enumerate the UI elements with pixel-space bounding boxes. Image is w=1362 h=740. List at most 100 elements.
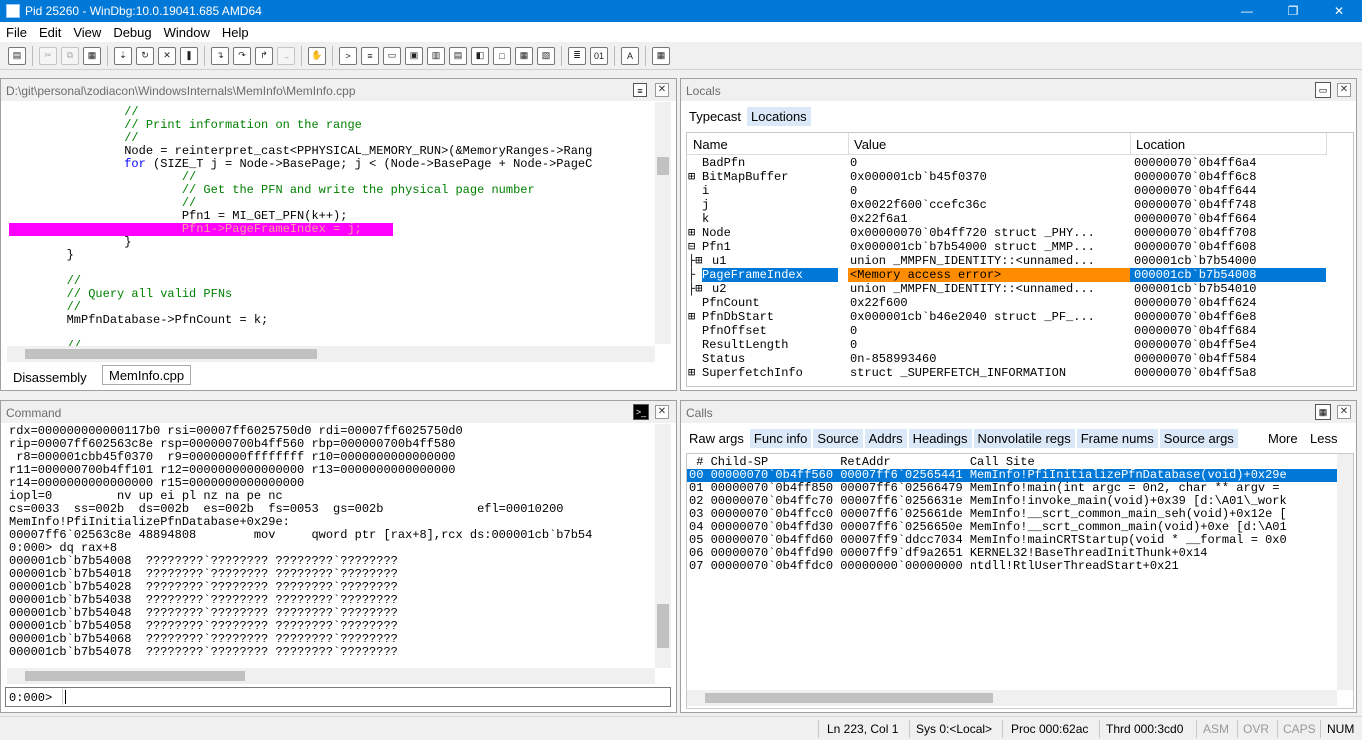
menu-file[interactable]: File [0,25,33,40]
locals-row[interactable]: ⊞ Node 0x00000070`0b4ff720 struct _PHY... 0… [687,226,1327,240]
break-icon[interactable]: ❚ [180,46,198,65]
expand-icon[interactable]: ⊞ [688,310,695,324]
calls-tab-frame-nums[interactable]: Frame nums [1076,429,1158,448]
local-value[interactable]: struct _SUPERFETCH_INFORMATION [848,366,1130,380]
tab-meminfo-cpp[interactable]: MemInfo.cpp [102,365,192,385]
disassembly-window-icon[interactable]: ◧ [471,46,489,65]
local-value[interactable]: 0x22f6a1 [848,212,1130,226]
calls-tab-addrs[interactable]: Addrs [864,429,907,448]
calls-tab-func-info[interactable]: Func info [749,429,812,448]
memory-window-icon[interactable]: ▥ [427,46,445,65]
copy-icon[interactable]: ⧉ [61,46,79,65]
maximize-button[interactable]: ❐ [1270,0,1316,22]
locals-row[interactable]: ⊟ Pfn1 0x000001cb`b7b54000 struct _MMP... 0… [687,240,1327,254]
hand-icon[interactable]: ✋ [308,46,326,65]
locals-window-icon[interactable]: ▭ [1315,82,1331,98]
calls-tab-raw-args[interactable]: Raw args [685,429,748,448]
menu-help[interactable]: Help [216,25,255,40]
expand-icon[interactable]: ⊞ [688,366,695,380]
locals-row[interactable]: ⊞ PfnDbStart 0x000001cb`b46e2040 struct _P… [687,310,1327,324]
calls-less-button[interactable]: Less [1310,431,1337,446]
calls-hscroll[interactable] [687,690,1337,706]
local-value[interactable]: 0 [848,184,1130,198]
calls-window-icon[interactable]: ▦ [1315,404,1331,420]
local-value[interactable]: 0 [848,324,1130,338]
source-code[interactable]: // // Print information on the range // … [9,106,655,346]
locals-row[interactable]: ├⊞ u2 union _MMPFN_IDENTITY::<unnamed... 00… [687,282,1327,296]
options-window-icon[interactable]: ▧ [537,46,555,65]
command-output[interactable]: rdx=000000000000117b0 rsi=00007ff6025750… [9,425,655,665]
locals-row[interactable]: PfnOffset 0 00000070`0b4ff684 [687,324,1327,338]
calls-vscroll[interactable] [1337,454,1353,690]
locals-close-icon[interactable]: ✕ [1337,83,1351,97]
stop-icon[interactable]: ✕ [158,46,176,65]
local-value[interactable]: 0x000001cb`b7b54000 struct _MMP... [848,240,1130,254]
processes-threads-icon[interactable]: ▦ [515,46,533,65]
local-value[interactable]: 0x00000070`0b4ff720 struct _PHY... [848,226,1130,240]
locals-row[interactable]: ├⊞ u1 union _MMPFN_IDENTITY::<unnamed... 00… [687,254,1327,268]
document-icon[interactable]: ≡ [633,83,647,97]
command-input-box[interactable]: 0:000> [5,687,671,707]
local-value[interactable]: <Memory access error> [848,268,1130,282]
restart-icon[interactable]: ↻ [136,46,154,65]
source-mode-icon[interactable]: ≣ [568,46,586,65]
run-to-cursor-icon[interactable]: → [277,46,295,65]
column-name[interactable]: Name [693,137,728,152]
tab-locations[interactable]: Locations [747,107,811,126]
locals-row[interactable]: PfnCount 0x22f600 00000070`0b4ff624 [687,296,1327,310]
font-icon[interactable]: A [621,46,639,65]
watch-window-icon[interactable]: ≡ [361,46,379,65]
calls-tab-headings[interactable]: Headings [908,429,972,448]
menu-window[interactable]: Window [158,25,216,40]
source-close-icon[interactable]: ✕ [655,83,669,97]
locals-row[interactable]: ResultLength 0 00000070`0b4ff5e4 [687,338,1327,352]
source-vscroll[interactable] [655,102,671,344]
command-prompt-icon[interactable]: >_ [633,404,649,420]
calls-tab-nonvolatile-regs[interactable]: Nonvolatile regs [973,429,1075,448]
step-into-icon[interactable]: ↴ [211,46,229,65]
column-location[interactable]: Location [1136,137,1185,152]
calls-more-button[interactable]: More [1268,431,1298,446]
locals-row[interactable]: ⊞ SuperfetchInfo struct _SUPERFETCH_INFORM… [687,366,1327,380]
registers-window-icon[interactable]: ▣ [405,46,423,65]
local-value[interactable]: union _MMPFN_IDENTITY::<unnamed... [848,282,1130,296]
column-value[interactable]: Value [854,137,886,152]
cut-icon[interactable]: ✂ [39,46,57,65]
local-value[interactable]: 0 [848,338,1130,352]
command-close-icon[interactable]: ✕ [655,405,669,419]
command-hscroll[interactable] [7,668,655,684]
tab-typecast[interactable]: Typecast [685,107,746,126]
scratch-pad-icon[interactable]: □ [493,46,511,65]
command-window-icon[interactable]: > [339,46,357,65]
locals-window-icon[interactable]: ▭ [383,46,401,65]
locals-row[interactable]: BadPfn 0 00000070`0b4ff6a4 [687,156,1327,170]
expand-icon[interactable]: ⊞ [688,170,695,184]
hex-mode-icon[interactable]: 01 [590,46,608,65]
paste-icon[interactable]: ▦ [83,46,101,65]
minimize-button[interactable]: — [1224,0,1270,22]
menu-debug[interactable]: Debug [107,25,157,40]
call-stack-window-icon[interactable]: ▤ [449,46,467,65]
step-over-icon[interactable]: ↷ [233,46,251,65]
local-value[interactable]: 0x000001cb`b46e2040 struct _PF_... [848,310,1130,324]
locals-row[interactable]: k 0x22f6a1 00000070`0b4ff664 [687,212,1327,226]
stack-frame-row[interactable]: 07 00000070`0b4ffdc0 00000000`00000000 n… [687,560,1337,573]
command-vscroll[interactable] [655,424,671,668]
local-value[interactable]: 0 [848,156,1130,170]
local-value[interactable]: 0n-858993460 [848,352,1130,366]
local-value[interactable]: union _MMPFN_IDENTITY::<unnamed... [848,254,1130,268]
locals-row[interactable]: j 0x0022f600`ccefc36c 00000070`0b4ff748 [687,198,1327,212]
expand-icon[interactable]: ├⊞ [688,254,702,268]
source-hscroll[interactable] [7,346,655,362]
close-button[interactable]: ✕ [1316,0,1362,22]
locals-row[interactable]: i 0 00000070`0b4ff644 [687,184,1327,198]
calls-tab-source-args[interactable]: Source args [1159,429,1238,448]
calls-close-icon[interactable]: ✕ [1337,405,1351,419]
local-value[interactable]: 0x000001cb`b45f0370 [848,170,1130,184]
expand-icon[interactable]: ⊟ [688,240,695,254]
step-out-icon[interactable]: ↱ [255,46,273,65]
locals-row[interactable]: Status 0n-858993460 00000070`0b4ff584 [687,352,1327,366]
options-icon[interactable]: ▦ [652,46,670,65]
open-icon[interactable]: ▤ [8,46,26,65]
menu-view[interactable]: View [67,25,107,40]
